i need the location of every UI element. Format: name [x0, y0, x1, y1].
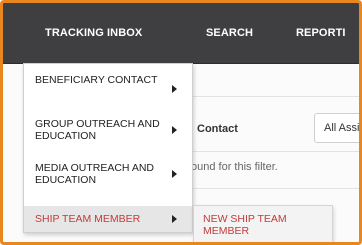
nav-tracking-inbox[interactable]: TRACKING INBOX [45, 3, 142, 63]
menu-item-beneficiary-contact[interactable]: BENEFICIARY CONTACT [24, 72, 192, 112]
chevron-right-icon [172, 126, 177, 134]
menu-item-media-outreach[interactable]: MEDIA OUTREACH AND EDUCATION [24, 156, 192, 200]
chevron-right-icon [172, 85, 177, 93]
menu-item-label: SHIP TEAM MEMBER [35, 213, 141, 225]
contact-column-header: Contact [197, 123, 238, 135]
nav-search[interactable]: SEARCH [206, 3, 253, 63]
chevron-right-icon [172, 170, 177, 178]
menu-item-label: MEDIA OUTREACH AND EDUCATION [35, 162, 155, 186]
assignment-filter-select[interactable]: All Assign [314, 113, 359, 143]
menu-item-label: GROUP OUTREACH AND EDUCATION [35, 118, 160, 142]
menu-item-ship-team-member[interactable]: SHIP TEAM MEMBER [24, 206, 192, 232]
nav-reporting[interactable]: REPORTI [296, 3, 346, 63]
new-item-dropdown-menu: BENEFICIARY CONTACT GROUP OUTREACH AND E… [23, 63, 193, 233]
menu-item-group-outreach[interactable]: GROUP OUTREACH AND EDUCATION [24, 112, 192, 156]
top-navbar: TRACKING INBOX SEARCH REPORTI [3, 3, 359, 64]
submenu-item-new-ship-team-member[interactable]: NEW SHIP TEAM MEMBER [203, 213, 331, 237]
chevron-right-icon [172, 215, 177, 223]
screenshot-frame: TRACKING INBOX SEARCH REPORTI Contact Al… [0, 0, 362, 245]
ship-team-member-submenu: NEW SHIP TEAM MEMBER [193, 205, 333, 242]
no-results-message: ound for this filter. [191, 161, 278, 173]
menu-item-label: BENEFICIARY CONTACT [35, 74, 158, 86]
